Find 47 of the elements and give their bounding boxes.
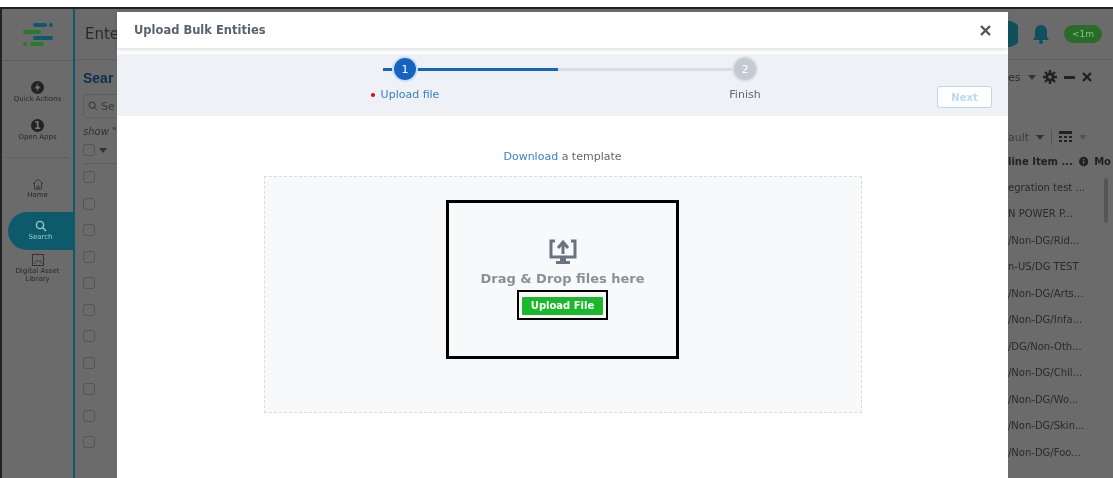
table-cell-text: egration test ... xyxy=(1008,181,1086,193)
template-text: a template xyxy=(560,150,622,163)
step-label: Finish xyxy=(729,88,761,101)
image-icon xyxy=(31,254,44,267)
column-header: Mo xyxy=(1094,155,1111,167)
settings-icon[interactable] xyxy=(1042,70,1057,84)
view-menu[interactable]: es xyxy=(1008,70,1021,84)
dropzone[interactable]: Drag & Drop files here Upload File xyxy=(263,176,862,413)
home-icon xyxy=(31,178,44,191)
close-icon[interactable] xyxy=(980,24,991,36)
lightning-icon xyxy=(31,80,44,94)
table-cell-text: /DG/Non-Oth... xyxy=(1008,340,1083,352)
step-number: 1 xyxy=(392,56,418,82)
table-cell-text: /Non-DG/Foo... xyxy=(1008,446,1082,458)
bell-icon[interactable] xyxy=(1032,24,1050,44)
step-number: 2 xyxy=(732,56,758,82)
filter-text: show " xyxy=(83,126,117,137)
logo-icon xyxy=(20,22,55,47)
table-cell-text: n-US/DG TEST xyxy=(1008,261,1080,273)
minimize-icon[interactable] xyxy=(1063,75,1075,79)
table-cell-text: /Non-DG/Skin... xyxy=(1008,420,1086,432)
columns-icon[interactable] xyxy=(1059,131,1073,143)
time-badge: <1m xyxy=(1064,25,1103,43)
caret-icon xyxy=(1027,74,1036,80)
caret-icon xyxy=(99,147,107,153)
table-cell-text: N POWER P... xyxy=(1008,208,1074,220)
avatar-icon xyxy=(1008,21,1018,47)
table-cell-text: /Non-DG/Rid... xyxy=(1008,234,1081,246)
table-cell-text: /Non-DG/Infa... xyxy=(1008,314,1084,326)
page-title: Sear xyxy=(83,70,115,86)
table-cell-text: /Non-DG/Chil... xyxy=(1008,367,1084,379)
dialog-title: Upload Bulk Entities xyxy=(134,23,266,37)
download-link[interactable]: Download xyxy=(503,150,559,163)
close-icon[interactable] xyxy=(1081,72,1092,82)
drop-hint: Drag & Drop files here xyxy=(480,271,645,286)
caret-icon xyxy=(1036,134,1045,140)
count-badge: 1 xyxy=(31,118,44,132)
column-header: line Item ... xyxy=(1008,155,1073,167)
upload-button[interactable]: Upload File xyxy=(520,295,605,316)
upload-icon xyxy=(548,239,577,265)
app-title: Ente xyxy=(85,25,120,43)
table-cell-text: /Non-DG/Arts... xyxy=(1008,287,1085,299)
step-label: Upload file xyxy=(380,88,440,101)
search-icon xyxy=(34,220,47,233)
info-icon xyxy=(1078,155,1089,167)
table-cell-text: /Non-DG/Wo... xyxy=(1008,393,1080,405)
search-icon xyxy=(88,101,98,111)
